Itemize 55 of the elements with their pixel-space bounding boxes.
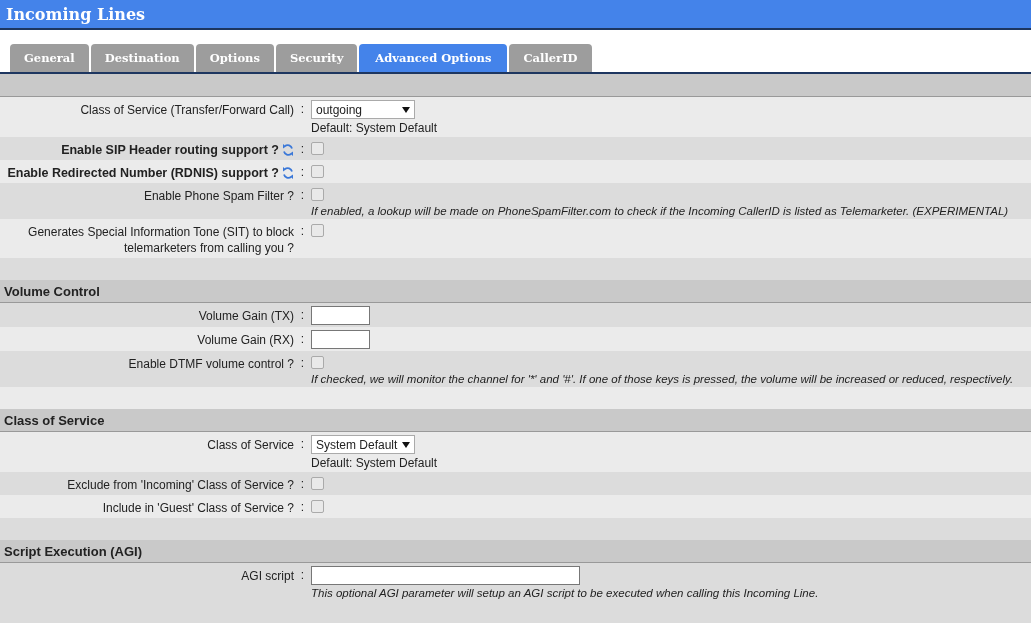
section-title: Volume Control bbox=[4, 283, 100, 299]
colon-separator: : bbox=[299, 141, 306, 156]
field-label: Volume Gain (RX) bbox=[197, 332, 294, 348]
section-title: Script Execution (AGI) bbox=[4, 543, 142, 559]
field-label: Enable DTMF volume control ? bbox=[128, 356, 294, 372]
checkbox[interactable] bbox=[311, 356, 324, 369]
caret-icon bbox=[402, 441, 410, 448]
help-text: If enabled, a lookup will be made on PhoneSpamFilter.com to check if the Incoming CallerID is listed as Telemarketer. (EXPERIMENTAL) bbox=[311, 205, 1009, 217]
colon-separator: : bbox=[299, 187, 306, 202]
caret-icon bbox=[402, 106, 410, 113]
help-text: This optional AGI parameter will setup an AGI script to be executed when calling this Incoming Line. bbox=[311, 587, 819, 599]
field-label: Enable SIP Header routing support ? bbox=[61, 142, 279, 158]
field-label: Exclude from 'Incoming' Class of Service ? bbox=[67, 477, 294, 493]
colon-separator: : bbox=[299, 355, 306, 370]
checkbox[interactable] bbox=[311, 224, 324, 237]
default-note: Default: System Default bbox=[311, 456, 438, 470]
checkbox[interactable] bbox=[311, 165, 324, 178]
tab[interactable]: Security bbox=[275, 44, 358, 72]
field-label: Enable Phone Spam Filter ? bbox=[143, 188, 294, 204]
help-text: If checked, we will monitor the channel for '*' and '#'. If one of those keys is pressed, the volume will be increased or reduced, respectively. bbox=[311, 373, 1014, 385]
checkbox[interactable] bbox=[311, 142, 324, 155]
colon-separator: : bbox=[299, 101, 306, 116]
colon-separator: : bbox=[299, 476, 306, 491]
window-title: Incoming Lines bbox=[6, 4, 146, 24]
tab[interactable]: General bbox=[10, 44, 89, 72]
dropdown[interactable]: outgoing bbox=[311, 100, 415, 119]
colon-separator: : bbox=[299, 436, 306, 451]
colon-separator: : bbox=[299, 567, 306, 582]
colon-separator: : bbox=[299, 307, 306, 322]
input-field[interactable] bbox=[311, 330, 370, 349]
field-label: AGI script bbox=[241, 568, 294, 584]
colon-separator: : bbox=[299, 499, 306, 514]
tab[interactable]: Destination bbox=[90, 44, 194, 72]
checkbox[interactable] bbox=[311, 500, 324, 513]
input-field[interactable] bbox=[311, 306, 370, 325]
field-label: Volume Gain (TX) bbox=[198, 308, 294, 324]
checkbox[interactable] bbox=[311, 188, 324, 201]
field-label: Include in 'Guest' Class of Service ? bbox=[102, 500, 294, 516]
colon-separator: : bbox=[299, 331, 306, 346]
colon-separator: : bbox=[299, 223, 306, 238]
checkbox[interactable] bbox=[311, 477, 324, 490]
field-label: Generates Special Information Tone (SIT) to block telemarketers from calling you ? bbox=[27, 224, 294, 256]
section-title: Class of Service bbox=[4, 412, 105, 428]
tab[interactable]: Options bbox=[195, 44, 274, 72]
field-label: Enable Redirected Number (RDNIS) support ? bbox=[7, 165, 279, 181]
sync-icon[interactable] bbox=[282, 142, 294, 158]
default-note: Default: System Default bbox=[311, 121, 438, 135]
input-field[interactable] bbox=[311, 566, 580, 585]
colon-separator: : bbox=[299, 164, 306, 179]
field-label: Class of Service bbox=[207, 437, 294, 453]
dropdown[interactable]: System Default bbox=[311, 435, 415, 454]
sync-icon[interactable] bbox=[282, 165, 294, 181]
tab[interactable]: Advanced Options bbox=[359, 44, 508, 72]
tab[interactable]: CallerID bbox=[509, 44, 592, 72]
field-label: Class of Service (Transfer/Forward Call) bbox=[80, 102, 294, 118]
